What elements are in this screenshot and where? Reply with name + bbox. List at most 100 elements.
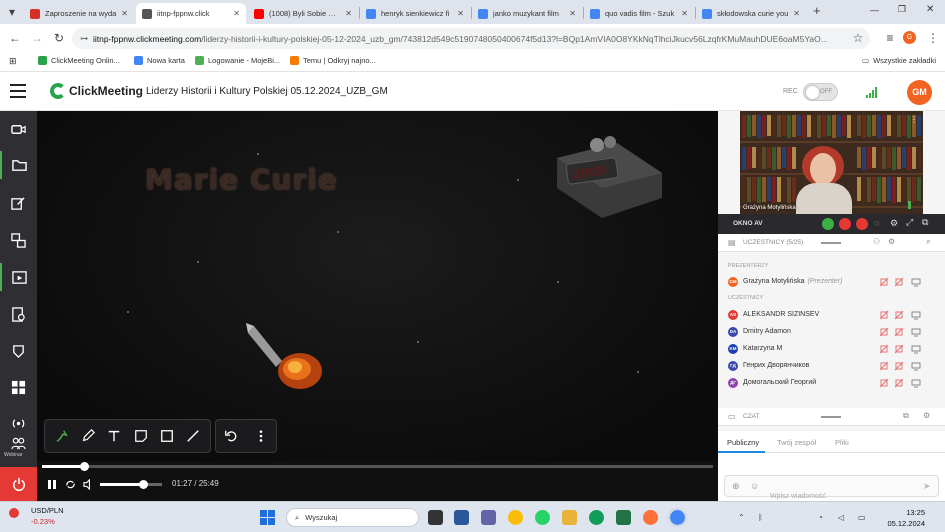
bluetooth-icon[interactable]: ᛒ: [758, 513, 763, 522]
tests-icon[interactable]: [0, 300, 37, 328]
leave-button[interactable]: [0, 467, 37, 501]
emoji-icon[interactable]: ☺: [750, 481, 759, 491]
currency-widget[interactable]: USD/PLN -0.23%: [31, 506, 64, 526]
reload-icon[interactable]: ↻: [51, 30, 67, 46]
camera-muted-icon[interactable]: [894, 310, 904, 320]
edge-icon[interactable]: [589, 510, 604, 525]
camera-muted-icon[interactable]: [894, 344, 904, 354]
participant-row[interactable]: ГД Генрих Дворянчиков: [718, 358, 945, 374]
browser-tab[interactable]: Zaproszenie na wyda ✕: [24, 3, 134, 24]
drag-handle[interactable]: [821, 242, 841, 244]
maximize-icon[interactable]: ❐: [898, 4, 906, 15]
new-tab-button[interactable]: +: [813, 3, 821, 18]
chrome-icon[interactable]: [508, 510, 523, 525]
mic-muted-icon[interactable]: [879, 378, 889, 388]
whatsapp-icon[interactable]: [535, 510, 550, 525]
apps-icon[interactable]: [0, 373, 37, 401]
camera-on-icon[interactable]: [822, 218, 834, 230]
playback-progress-bar[interactable]: [42, 462, 713, 471]
device-icon[interactable]: [911, 310, 921, 320]
mic-muted-icon[interactable]: [839, 218, 851, 230]
participant-row[interactable]: ДГ Домогальский Георгий: [718, 375, 945, 391]
bookmark-3[interactable]: Temu | Odkryj najno...: [290, 56, 376, 65]
tab-close-icon[interactable]: ✕: [681, 9, 688, 18]
bookmark-star-icon[interactable]: ☆: [850, 30, 866, 46]
volume-icon[interactable]: [83, 478, 94, 490]
word-icon[interactable]: [454, 510, 469, 525]
drag-handle[interactable]: [821, 416, 841, 418]
device-icon[interactable]: [911, 378, 921, 388]
hamburger-menu-icon[interactable]: [10, 84, 26, 98]
chat-settings-icon[interactable]: ⚙: [923, 411, 930, 420]
volume-slider[interactable]: [100, 480, 162, 489]
progress-knob[interactable]: [79, 462, 89, 471]
tab-close-icon[interactable]: ✕: [793, 9, 800, 18]
send-icon[interactable]: ➤: [923, 481, 931, 492]
battery-icon[interactable]: ▭: [858, 513, 866, 522]
tab-close-icon[interactable]: ✕: [121, 9, 128, 18]
device-icon[interactable]: [911, 277, 921, 287]
tab-close-icon[interactable]: ✕: [457, 9, 464, 18]
add-user-icon[interactable]: ⚇: [873, 237, 880, 246]
minimize-icon[interactable]: —: [870, 5, 879, 15]
device-icon[interactable]: [911, 344, 921, 354]
browser-tab[interactable]: (1008) Byli Sobie Wyn ✕: [248, 3, 358, 24]
taskbar-search[interactable]: ⌕ Wyszukaj: [286, 508, 419, 527]
teams-icon[interactable]: [481, 510, 496, 525]
browser-tab[interactable]: iitnp-fppnw.click ✕: [136, 3, 246, 24]
menu-kebab-icon[interactable]: ⋮: [925, 30, 941, 46]
cast-icon[interactable]: [0, 337, 37, 365]
device-icon[interactable]: [911, 361, 921, 371]
mic-muted-icon[interactable]: [879, 344, 889, 354]
screenshare-icon[interactable]: [0, 226, 37, 254]
tab-search-icon[interactable]: ▾: [4, 4, 20, 20]
participant-row[interactable]: AS ALEKSANDR SIZINSEV: [718, 307, 945, 323]
forward-icon[interactable]: →: [29, 30, 45, 46]
line-tool-icon[interactable]: [183, 426, 203, 446]
camera-muted-icon[interactable]: [894, 327, 904, 337]
bookmark-1[interactable]: Nowa karta: [134, 56, 185, 65]
expand-icon[interactable]: ⤢: [906, 217, 913, 228]
tab-close-icon[interactable]: ✕: [345, 9, 352, 18]
all-bookmarks[interactable]: ▭ Wszystkie zakładki: [862, 56, 936, 65]
mic-muted-icon[interactable]: [879, 277, 889, 287]
mic-muted-icon[interactable]: [879, 327, 889, 337]
tab-team[interactable]: Twój zespół: [777, 438, 816, 447]
back-icon[interactable]: ←: [7, 30, 23, 46]
site-info-icon[interactable]: ⊶: [80, 34, 88, 43]
undo-icon[interactable]: [221, 426, 241, 446]
mic-muted-icon[interactable]: [879, 361, 889, 371]
apps-grid-icon[interactable]: ⊞: [9, 56, 17, 67]
camera-menu-icon[interactable]: ⋮: [910, 115, 918, 124]
address-bar[interactable]: ⊶ iitnp-fppnw.clickmeeting.com/liderzy-h…: [72, 28, 870, 49]
volume-knob[interactable]: [139, 480, 149, 489]
tab-public[interactable]: Publiczny: [727, 438, 759, 447]
speaker-icon[interactable]: ◁: [838, 513, 844, 522]
media-icon[interactable]: [0, 263, 37, 291]
participant-row[interactable]: GM Grażyna Motylińska (Prezenter): [718, 274, 945, 290]
firefox-icon[interactable]: [643, 510, 658, 525]
speaker-muted-icon[interactable]: [856, 218, 868, 230]
mic-muted-icon[interactable]: [879, 310, 889, 320]
camera-muted-icon[interactable]: [894, 361, 904, 371]
tab-files[interactable]: Pliki: [835, 438, 849, 447]
tab-close-icon[interactable]: ✕: [569, 9, 576, 18]
chat-popout-icon[interactable]: ⧉: [903, 411, 909, 421]
file-explorer-icon[interactable]: [562, 510, 577, 525]
chrome-active-icon[interactable]: [668, 508, 687, 527]
excel-icon[interactable]: [616, 510, 631, 525]
video-icon[interactable]: [0, 115, 37, 143]
profile-avatar[interactable]: G: [903, 31, 916, 44]
camera-muted-icon[interactable]: [894, 277, 904, 287]
settings-gear-icon[interactable]: ⚙: [890, 218, 898, 229]
browser-tab[interactable]: janko muzykant film ✕: [472, 3, 582, 24]
add-attachment-icon[interactable]: ⊕: [732, 481, 740, 492]
rec-toggle[interactable]: OFF: [803, 83, 838, 101]
user-avatar[interactable]: GM: [907, 80, 932, 105]
bookmark-0[interactable]: ClickMeeting Onlin...: [38, 56, 120, 65]
pointer-tool-icon[interactable]: [52, 426, 72, 446]
rectangle-tool-icon[interactable]: [157, 426, 177, 446]
search-icon[interactable]: ⌕: [926, 236, 931, 247]
task-view-icon[interactable]: [428, 510, 443, 525]
participants-settings-icon[interactable]: ⚙: [888, 237, 895, 246]
